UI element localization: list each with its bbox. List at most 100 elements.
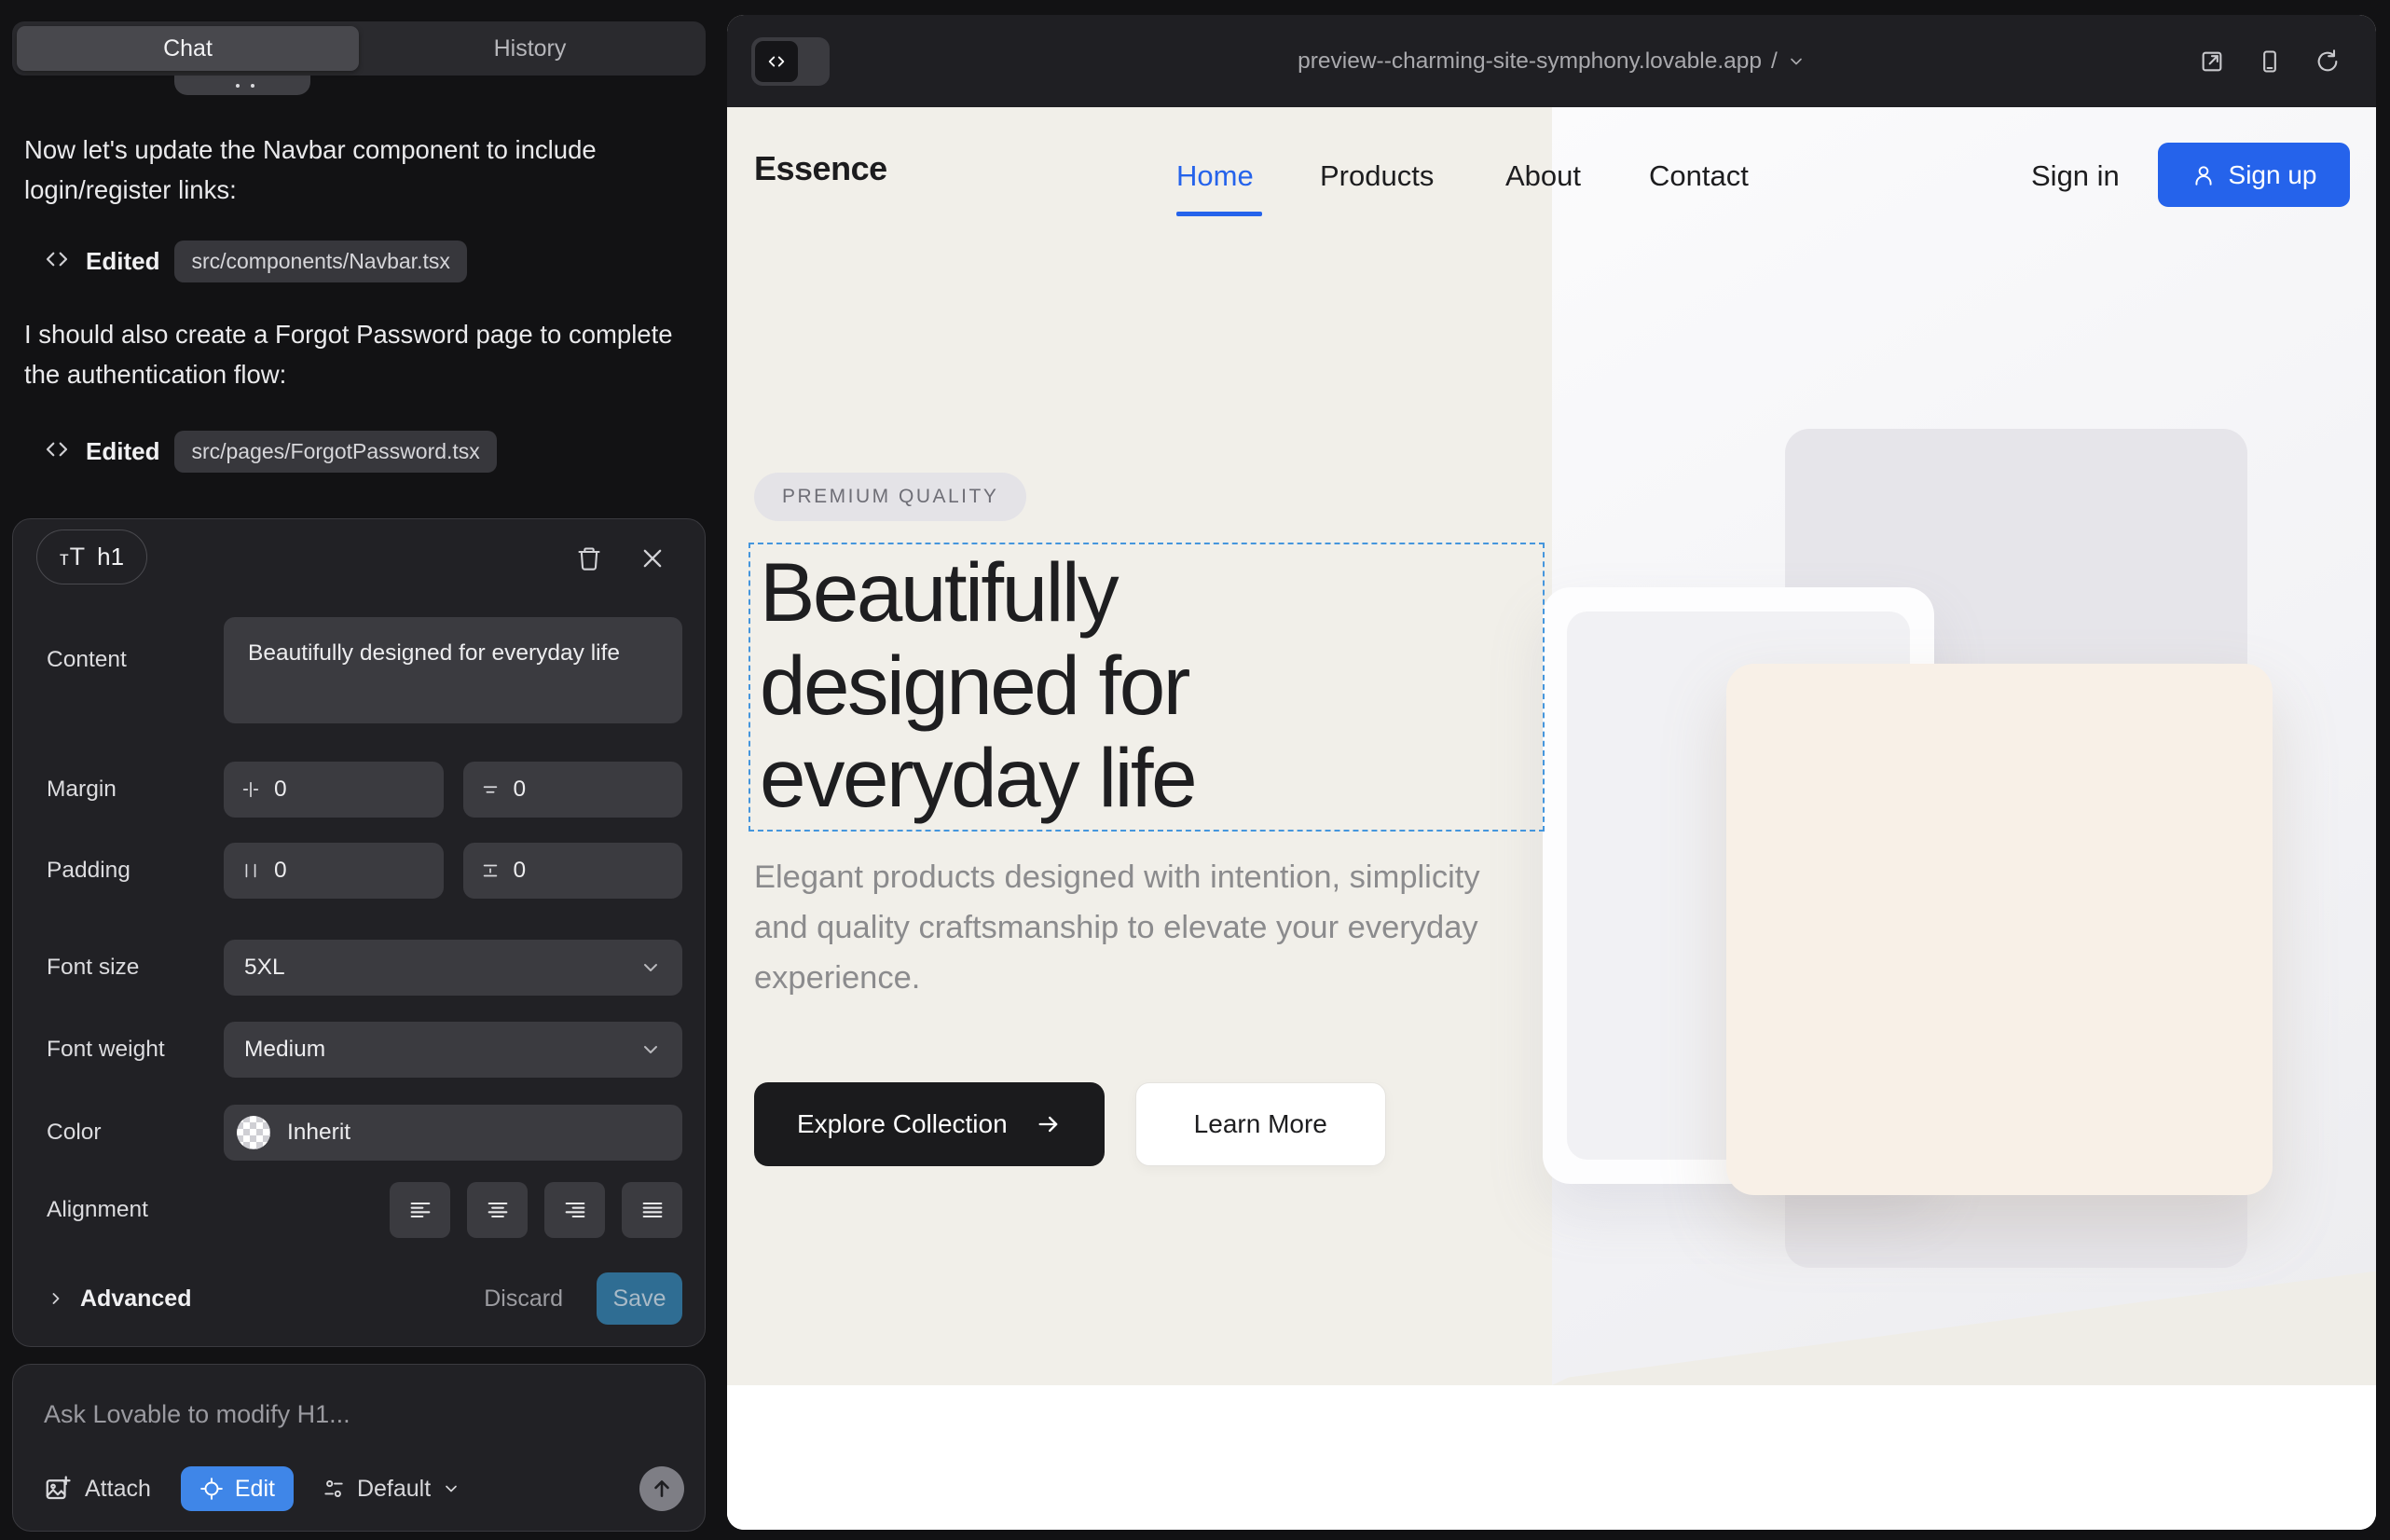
align-justify-button[interactable]: [622, 1182, 682, 1238]
image-plus-icon: [44, 1475, 72, 1503]
padding-label: Padding: [47, 858, 224, 884]
font-weight-label: Font weight: [47, 1037, 224, 1063]
content-label: Content: [47, 617, 224, 723]
hero-headline[interactable]: Beautifully designed for everyday life: [760, 546, 1195, 825]
edited-file-row[interactable]: Edited src/components/Navbar.tsx: [43, 241, 467, 282]
code-icon: [43, 245, 71, 278]
chat-message: Now let's update the Navbar component to…: [24, 131, 686, 210]
chevron-right-icon: [47, 1289, 65, 1308]
nav-home-underline: [1176, 212, 1262, 216]
padding-y-input[interactable]: 0: [463, 843, 683, 899]
smartphone-icon: [2257, 48, 2283, 75]
font-size-select[interactable]: 5XL: [224, 940, 682, 996]
alignment-label: Alignment: [47, 1197, 224, 1223]
hero-card-front: [1726, 664, 2273, 1195]
font-size-row: Font size 5XL: [47, 940, 682, 996]
url-separator: /: [1771, 48, 1778, 75]
tab-history[interactable]: History: [359, 26, 701, 71]
color-row: Color Inherit: [47, 1105, 682, 1161]
delete-element-button[interactable]: [570, 540, 608, 577]
chevron-down-icon: [442, 1479, 460, 1498]
nav-link-products[interactable]: Products: [1320, 159, 1434, 193]
url-host: preview--charming-site-symphony.lovable.…: [1298, 48, 1762, 75]
mobile-view-button[interactable]: [2257, 48, 2283, 75]
explore-collection-button[interactable]: Explore Collection: [754, 1082, 1105, 1166]
open-external-button[interactable]: [2199, 48, 2225, 75]
margin-x-input[interactable]: 0: [224, 762, 444, 818]
sign-in-link[interactable]: Sign in: [2031, 159, 2120, 193]
code-icon: [43, 435, 71, 468]
hero-section: Essence Home Products About Contact Sign…: [727, 107, 2376, 1385]
code-preview-toggle[interactable]: [751, 37, 830, 86]
model-default-select[interactable]: Default: [322, 1476, 460, 1503]
external-link-icon: [2199, 48, 2225, 75]
chrome-actions: [2199, 15, 2341, 107]
code-icon: [755, 41, 798, 82]
padding-row: Padding 0 0: [47, 843, 682, 899]
color-swatch: [237, 1116, 270, 1149]
align-justify-icon: [639, 1197, 666, 1223]
font-size-label: Font size: [47, 955, 224, 981]
tab-chat[interactable]: Chat: [17, 26, 359, 71]
url-bar[interactable]: preview--charming-site-symphony.lovable.…: [727, 15, 2376, 107]
file-chip[interactable]: src/components/Navbar.tsx: [174, 241, 466, 282]
element-selection-outline[interactable]: Beautifully designed for everyday life: [749, 543, 1545, 832]
discard-button[interactable]: Discard: [484, 1286, 597, 1313]
align-center-icon: [485, 1197, 511, 1223]
advanced-row: Advanced Discard Save: [47, 1271, 682, 1327]
sidebar-tabbar: Chat History: [12, 21, 706, 76]
align-right-icon: [562, 1197, 588, 1223]
hero-description: Elegant products designed with intention…: [754, 853, 1490, 1003]
color-select[interactable]: Inherit: [224, 1105, 682, 1161]
content-input[interactable]: Beautifully designed for everyday life: [224, 617, 682, 723]
attach-button[interactable]: Attach: [44, 1475, 151, 1503]
font-weight-row: Font weight Medium: [47, 1022, 682, 1078]
alignment-row: Alignment: [47, 1182, 682, 1238]
type-icon: тT: [60, 543, 86, 571]
nav-link-about[interactable]: About: [1505, 159, 1581, 193]
send-button[interactable]: [639, 1466, 684, 1511]
refresh-icon: [2314, 48, 2341, 75]
arrow-right-icon: [1036, 1111, 1062, 1137]
refresh-button[interactable]: [2314, 48, 2341, 75]
close-editor-button[interactable]: [634, 540, 671, 577]
padding-horizontal-icon: [240, 860, 261, 881]
padding-x-input[interactable]: 0: [224, 843, 444, 899]
site-navbar: Essence Home Products About Contact Sign…: [727, 107, 2376, 238]
margin-label: Margin: [47, 777, 224, 803]
lovable-app: Chat History Now let's update the Navbar…: [0, 0, 2390, 1540]
chat-message: I should also create a Forgot Password p…: [24, 315, 686, 394]
element-tag: h1: [97, 543, 124, 571]
arrow-up-icon: [650, 1477, 674, 1501]
align-right-button[interactable]: [544, 1182, 605, 1238]
margin-horizontal-icon: [240, 779, 261, 800]
browser-chrome: preview--charming-site-symphony.lovable.…: [727, 15, 2376, 107]
edit-mode-button[interactable]: Edit: [181, 1466, 294, 1511]
nav-link-home[interactable]: Home: [1176, 159, 1254, 193]
site-logo[interactable]: Essence: [754, 149, 887, 188]
chat-composer[interactable]: Ask Lovable to modify H1... Attach Edit …: [12, 1364, 706, 1532]
font-weight-select[interactable]: Medium: [224, 1022, 682, 1078]
advanced-toggle[interactable]: Advanced: [47, 1286, 191, 1313]
nav-link-contact[interactable]: Contact: [1649, 159, 1749, 193]
edited-file-row[interactable]: Edited src/pages/ForgotPassword.tsx: [43, 431, 497, 473]
sign-up-button[interactable]: Sign up: [2158, 143, 2350, 207]
chevron-down-icon: [639, 1038, 662, 1061]
align-left-icon: [407, 1197, 433, 1223]
crosshair-icon: [199, 1477, 224, 1501]
save-button[interactable]: Save: [597, 1272, 682, 1325]
chevron-down-icon: [1787, 52, 1806, 71]
align-center-button[interactable]: [467, 1182, 528, 1238]
sliders-icon: [322, 1477, 346, 1501]
selected-element-badge[interactable]: тT h1: [36, 529, 147, 584]
margin-vertical-icon: [480, 779, 501, 800]
margin-y-input[interactable]: 0: [463, 762, 683, 818]
file-chip[interactable]: src/pages/ForgotPassword.tsx: [174, 431, 496, 473]
composer-placeholder[interactable]: Ask Lovable to modify H1...: [44, 1400, 350, 1429]
learn-more-button[interactable]: Learn More: [1135, 1082, 1386, 1166]
align-left-button[interactable]: [390, 1182, 450, 1238]
user-icon: [2191, 163, 2216, 187]
element-editor-panel: тT h1 Content Beautifully designed for e…: [12, 518, 706, 1347]
chat-sidebar: Chat History Now let's update the Navbar…: [0, 0, 726, 1540]
hero-cta-row: Explore Collection Learn More: [754, 1082, 1386, 1166]
